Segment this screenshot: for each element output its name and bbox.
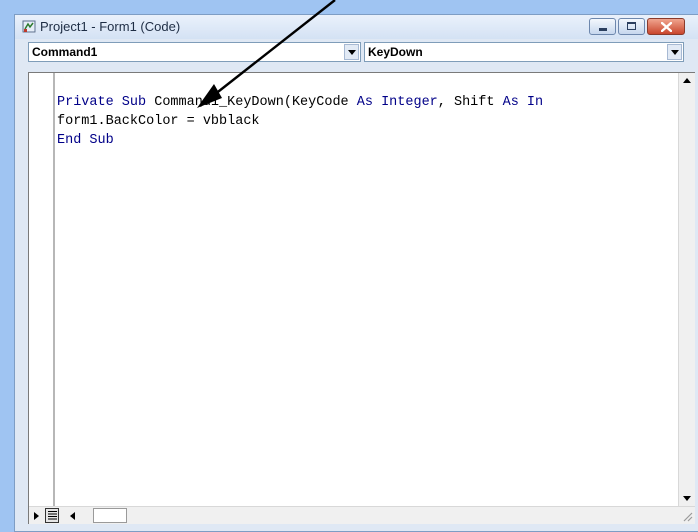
object-combo-value: Command1 [32,45,98,59]
arrow-up-icon [683,78,691,83]
code-window: Project1 - Form1 (Code) Command1 KeyDown [14,14,698,532]
procedure-combo-dropdown-button[interactable] [667,44,682,60]
chevron-down-icon [348,50,356,55]
procedure-combo-value: KeyDown [368,45,423,59]
maximize-button[interactable] [618,18,645,35]
code-token: Command1_KeyDown(KeyCode [154,95,357,110]
code-token: As Integer [356,95,438,110]
code-token: End Sub [57,133,114,148]
close-button[interactable] [647,18,685,35]
code-line[interactable]: Private Sub Command1_KeyDown(KeyCode As … [57,93,543,112]
scroll-up-button[interactable] [679,73,695,89]
minimize-button[interactable] [589,18,616,35]
code-text[interactable]: Private Sub Command1_KeyDown(KeyCode As … [57,93,543,150]
minimize-icon [599,28,607,31]
code-token: As In [502,95,544,110]
code-editor[interactable]: Private Sub Command1_KeyDown(KeyCode As … [28,72,695,524]
resize-grip-icon[interactable] [681,510,693,522]
code-token: form1.BackColor = vbblack [57,114,260,129]
title-bar[interactable]: Project1 - Form1 (Code) [15,15,698,39]
margin-indicator-bar[interactable] [29,73,55,506]
close-icon [661,22,672,32]
vertical-scrollbar[interactable] [678,73,695,506]
horizontal-scrollbar[interactable] [29,506,695,524]
scroll-right-button[interactable] [29,508,44,524]
scroll-down-button[interactable] [679,490,695,506]
object-combo-dropdown-button[interactable] [344,44,359,60]
full-module-view-icon [48,511,57,520]
code-token: , Shift [437,95,503,110]
arrow-down-icon [683,496,691,501]
arrow-left-icon [70,512,75,520]
vb-project-icon [22,20,36,33]
arrow-right-icon [34,512,39,520]
object-combo[interactable]: Command1 [28,42,361,62]
scroll-left-button[interactable] [65,508,80,524]
procedure-combo[interactable]: KeyDown [364,42,684,62]
code-token: Private Sub [57,95,155,110]
code-line[interactable]: form1.BackColor = vbblack [57,112,543,131]
code-line[interactable]: End Sub [57,131,543,150]
horizontal-scroll-thumb[interactable] [93,508,127,523]
chevron-down-icon [671,50,679,55]
window-title: Project1 - Form1 (Code) [40,19,181,34]
maximize-icon [627,22,636,30]
full-module-view-button[interactable] [45,508,59,523]
